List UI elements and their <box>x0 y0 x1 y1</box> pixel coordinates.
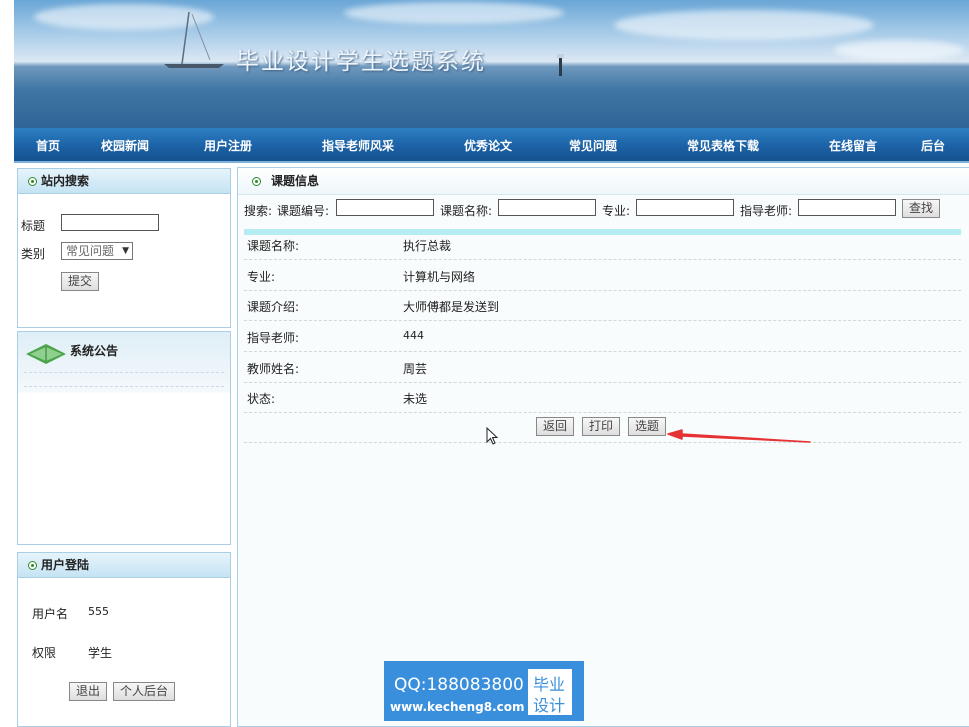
username-value: 555 <box>88 605 109 618</box>
main-nav: 首页 校园新闻 用户注册 指导老师风采 优秀论文 常见问题 常见表格下载 在线留… <box>14 128 969 163</box>
detail-label: 课题介绍: <box>247 300 300 314</box>
major-input[interactable] <box>636 199 734 216</box>
table-top-bar <box>244 229 961 235</box>
panel-header: 站内搜索 <box>18 169 230 194</box>
watermark-site: www.kecheng8.com <box>390 700 525 714</box>
back-button[interactable]: 返回 <box>536 417 575 436</box>
bullet-icon <box>252 177 261 186</box>
topic-code-label: 课题编号: <box>277 204 330 218</box>
nav-faq[interactable]: 常见问题 <box>569 137 617 154</box>
site-title: 毕业设计学生选题系统 <box>236 49 486 75</box>
search-submit-button[interactable]: 提交 <box>61 272 100 291</box>
divider <box>24 386 224 387</box>
username-label: 用户名 <box>32 607 69 621</box>
personal-backend-button[interactable]: 个人后台 <box>113 682 176 701</box>
role-value: 学生 <box>88 646 113 660</box>
search-prefix: 搜索: <box>244 204 273 218</box>
find-button[interactable]: 查找 <box>902 199 941 218</box>
category-select[interactable]: 常见问题 ▼ <box>61 242 133 260</box>
panel-title: 系统公告 <box>70 344 119 358</box>
bullet-icon <box>28 177 37 186</box>
row-divider <box>244 442 961 443</box>
nav-register[interactable]: 用户注册 <box>204 137 252 154</box>
teacher-input[interactable] <box>798 199 896 216</box>
sailboat-icon <box>164 11 564 76</box>
row-divider <box>244 259 961 260</box>
category-label: 类别 <box>21 247 46 261</box>
watermark-tag-bottom: 设计 <box>533 696 566 715</box>
site-search-panel: 站内搜索 标题 类别 常见问题 ▼ 提交 <box>17 168 231 328</box>
notice-panel: 系统公告 <box>17 331 231 545</box>
major-label: 专业: <box>602 204 631 218</box>
nav-backend[interactable]: 后台 <box>921 137 945 154</box>
header-banner: 毕业设计学生选题系统 <box>14 0 969 128</box>
detail-label: 状态: <box>247 392 276 406</box>
divider <box>24 372 224 373</box>
annotation-arrow-icon <box>667 429 811 443</box>
detail-label: 专业: <box>247 270 276 284</box>
nav-excellent-papers[interactable]: 优秀论文 <box>464 137 512 154</box>
topic-name-input[interactable] <box>498 199 596 216</box>
panel-title: 用户登陆 <box>41 558 90 572</box>
row-divider <box>244 290 961 291</box>
panel-header: 用户登陆 <box>18 553 230 578</box>
detail-value: 大师傅都是发送到 <box>403 300 500 314</box>
logout-button[interactable]: 退出 <box>69 682 108 701</box>
topic-info-panel: 课题信息 <box>237 167 969 727</box>
detail-value: 执行总裁 <box>403 239 452 253</box>
print-button[interactable]: 打印 <box>582 417 621 436</box>
panel-header: 课题信息 <box>238 168 969 195</box>
watermark-qq: QQ:188083800 <box>394 675 524 695</box>
teacher-label: 指导老师: <box>740 204 793 218</box>
nav-campus-news[interactable]: 校园新闻 <box>101 137 149 154</box>
user-login-panel: 用户登陆 用户名 555 权限 学生 退出 个人后台 <box>17 552 231 727</box>
nav-teacher-style[interactable]: 指导老师风采 <box>322 137 394 154</box>
row-divider <box>244 412 961 413</box>
bullet-icon <box>28 561 37 570</box>
role-label: 权限 <box>32 646 57 660</box>
detail-label: 指导老师: <box>247 331 300 345</box>
row-divider <box>244 382 961 383</box>
title-search-input[interactable] <box>61 214 159 231</box>
row-divider <box>244 320 961 321</box>
detail-value: 444 <box>403 329 424 342</box>
row-divider <box>244 351 961 352</box>
book-icon <box>26 344 66 364</box>
mouse-cursor-icon <box>486 427 499 445</box>
detail-label: 课题名称: <box>247 239 300 253</box>
chevron-down-icon: ▼ <box>122 246 129 256</box>
detail-label: 教师姓名: <box>247 362 300 376</box>
topic-name-label: 课题名称: <box>440 204 493 218</box>
detail-value: 未选 <box>403 392 428 406</box>
nav-guestbook[interactable]: 在线留言 <box>829 137 877 154</box>
panel-title: 站内搜索 <box>41 174 90 188</box>
nav-forms-download[interactable]: 常见表格下载 <box>687 137 759 154</box>
panel-title: 课题信息 <box>271 174 320 188</box>
watermark-badge: QQ:188083800 www.kecheng8.com 毕业 设计 <box>384 661 584 721</box>
category-selected: 常见问题 <box>66 244 115 258</box>
detail-value: 周芸 <box>403 362 428 376</box>
nav-home[interactable]: 首页 <box>36 137 60 154</box>
title-label: 标题 <box>21 219 46 233</box>
watermark-tag: 毕业 设计 <box>528 669 572 715</box>
topic-code-input[interactable] <box>336 199 434 216</box>
detail-value: 计算机与网络 <box>403 270 476 284</box>
